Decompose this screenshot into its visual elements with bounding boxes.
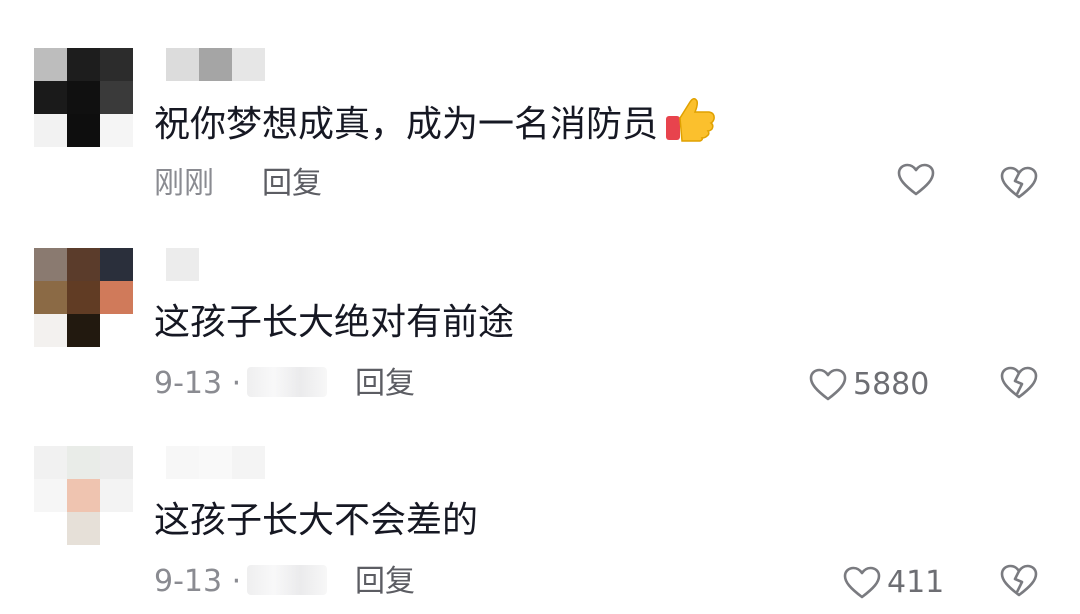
avatar-pixel bbox=[67, 314, 100, 347]
comment-item: 祝你梦想成真，成为一名消防员 刚刚 回复 bbox=[0, 0, 1080, 201]
username-pixel bbox=[232, 48, 265, 81]
heart-outline-icon bbox=[897, 163, 935, 197]
comment-text-content: 祝你梦想成真，成为一名消防员 bbox=[154, 104, 659, 145]
comment-time: 9-13 · bbox=[154, 366, 242, 401]
avatar-pixel bbox=[67, 248, 100, 281]
like-button[interactable] bbox=[897, 163, 935, 197]
reply-button[interactable]: 回复 bbox=[355, 560, 415, 604]
avatar-pixel bbox=[100, 281, 133, 314]
username-pixel bbox=[166, 446, 199, 479]
comment-time: 9-13 · bbox=[154, 564, 242, 599]
avatar-pixel bbox=[100, 512, 133, 545]
username-pixel bbox=[166, 248, 199, 281]
username-pixel bbox=[199, 446, 232, 479]
location-blurred bbox=[247, 565, 328, 595]
avatar-pixel bbox=[34, 48, 67, 81]
avatar-pixel bbox=[67, 114, 100, 147]
avatar[interactable] bbox=[34, 446, 133, 545]
dislike-button[interactable] bbox=[1000, 166, 1038, 204]
avatar-pixel bbox=[67, 48, 100, 81]
username-pixel bbox=[232, 248, 265, 281]
comment-time: 刚刚 bbox=[154, 166, 214, 201]
username-pixel bbox=[166, 48, 199, 81]
username-pixel bbox=[199, 48, 232, 81]
avatar-pixel bbox=[100, 446, 133, 479]
avatar-pixel bbox=[100, 114, 133, 147]
comment-text: 这孩子长大绝对有前途 bbox=[154, 302, 515, 343]
broken-heart-icon bbox=[1000, 564, 1038, 602]
avatar-pixel bbox=[67, 512, 100, 545]
thumbs-up-icon bbox=[664, 96, 716, 158]
heart-outline-icon bbox=[809, 368, 847, 402]
comment-text: 祝你梦想成真，成为一名消防员 bbox=[154, 96, 716, 158]
avatar-pixel bbox=[67, 281, 100, 314]
avatar-pixel bbox=[34, 81, 67, 114]
dislike-button[interactable] bbox=[1000, 564, 1038, 602]
username-pixel bbox=[232, 446, 265, 479]
avatar-pixel bbox=[34, 114, 67, 147]
avatar-pixel bbox=[100, 479, 133, 512]
comment-item: 这孩子长大不会差的 9-13 · 回复 411 bbox=[0, 398, 1080, 600]
heart-outline-icon bbox=[843, 566, 881, 600]
avatar-pixel bbox=[67, 81, 100, 114]
comment-text: 这孩子长大不会差的 bbox=[154, 500, 479, 541]
avatar-pixel bbox=[67, 479, 100, 512]
avatar-pixel bbox=[34, 248, 67, 281]
username-pixel bbox=[199, 248, 232, 281]
avatar-pixel bbox=[34, 479, 67, 512]
avatar[interactable] bbox=[34, 48, 133, 147]
avatar-pixel bbox=[34, 281, 67, 314]
avatar-pixel bbox=[100, 48, 133, 81]
comment-meta: 9-13 · bbox=[154, 560, 328, 604]
comment-item: 这孩子长大绝对有前途 9-13 · 回复 5880 bbox=[0, 200, 1080, 402]
avatar-pixel bbox=[34, 314, 67, 347]
avatar-pixel bbox=[100, 81, 133, 114]
like-button[interactable]: 411 bbox=[843, 561, 944, 605]
avatar-pixel bbox=[34, 446, 67, 479]
avatar-pixel bbox=[67, 446, 100, 479]
avatar-pixel bbox=[100, 248, 133, 281]
avatar-pixel bbox=[100, 314, 133, 347]
avatar-pixel bbox=[34, 512, 67, 545]
like-count: 411 bbox=[887, 565, 945, 600]
location-blurred bbox=[247, 367, 328, 397]
avatar[interactable] bbox=[34, 248, 133, 347]
